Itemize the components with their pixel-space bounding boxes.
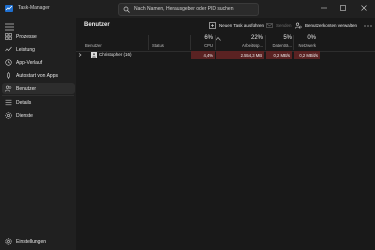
services-icon <box>5 112 12 119</box>
table-row[interactable]: Christopher (16) 4,4% 2.554,3 MB 0,2 MB/… <box>76 51 375 59</box>
nav-item-label: Autostart von Apps <box>16 73 58 79</box>
network-total: 0% <box>307 35 316 41</box>
nav-item-benutzer[interactable]: Benutzer <box>2 83 75 94</box>
network-cell: 0,2 MBit/s <box>294 51 320 59</box>
nav-item-label: Leistung <box>16 47 35 53</box>
close-icon[interactable] <box>358 3 370 13</box>
cpu-cell: 4,4% <box>191 51 215 59</box>
nav-item-autostart[interactable]: Autostart von Apps <box>2 70 75 81</box>
cpu-total: 6% <box>204 35 213 41</box>
nav-item-app-verlauf[interactable]: App-Verlauf <box>2 57 75 68</box>
network-value: 0,2 MBit/s <box>299 53 318 58</box>
nav-item-label: Dienste <box>16 113 33 119</box>
run-task-icon <box>209 22 216 29</box>
window-title: Task-Manager <box>18 5 50 11</box>
send-icon <box>266 23 273 28</box>
nav-item-label: Prozesse <box>16 34 37 40</box>
user-name: Christopher (16) <box>99 52 132 57</box>
nav-item-label: Einstellungen <box>16 239 47 245</box>
grid-icon <box>5 33 12 40</box>
nav-item-label: App-Verlauf <box>16 60 43 66</box>
performance-icon <box>5 46 12 52</box>
users-icon <box>5 85 12 92</box>
cpu-value: 4,4% <box>203 53 213 58</box>
run-new-task-label: Neuen Task ausführen <box>219 23 264 28</box>
list-icon <box>5 99 12 106</box>
memory-value: 2.554,3 MB <box>240 53 262 58</box>
gear-icon <box>5 238 12 245</box>
main-content: Benutzer Neuen Task ausführen Senden Ben… <box>76 18 375 250</box>
manage-accounts-label: Benutzerkonten verwalten <box>305 23 358 28</box>
search-input[interactable]: Nach Namen, Herausgeber oder PID suchen <box>134 6 234 12</box>
manage-users-icon <box>295 22 302 29</box>
nav-item-leistung[interactable]: Leistung <box>2 44 75 55</box>
disk-value: 0,2 MB/s <box>273 53 290 58</box>
column-divider <box>215 35 216 50</box>
expand-chevron-icon[interactable] <box>78 53 82 57</box>
memory-label: Arbeitssp... <box>242 43 263 48</box>
hamburger-menu-icon[interactable] <box>5 23 14 31</box>
more-options-icon[interactable] <box>363 21 373 31</box>
nav-item-dienste[interactable]: Dienste <box>2 110 75 121</box>
manage-accounts-button[interactable]: Benutzerkonten verwalten <box>295 21 361 31</box>
nav-item-einstellungen[interactable]: Einstellungen <box>2 236 75 247</box>
column-divider <box>148 35 149 50</box>
search-icon <box>123 6 130 13</box>
memory-total: 22% <box>250 35 263 41</box>
send-label: Senden <box>276 23 292 28</box>
cpu-label: CPU <box>204 43 213 48</box>
memory-cell: 2.554,3 MB <box>216 51 264 59</box>
task-manager-icon <box>5 5 13 12</box>
maximize-icon[interactable] <box>337 3 349 13</box>
startup-icon <box>7 72 10 79</box>
disk-cell: 0,2 MB/s <box>266 51 292 59</box>
search-box[interactable]: Nach Namen, Herausgeber oder PID suchen <box>118 3 259 16</box>
nav-item-prozesse[interactable]: Prozesse <box>2 31 75 42</box>
nav-divider <box>2 95 74 96</box>
nav-item-details[interactable]: Details <box>2 97 75 108</box>
column-header-status[interactable]: Status <box>152 43 164 48</box>
column-header-user[interactable]: Benutzer <box>85 43 102 48</box>
user-avatar-icon <box>91 52 97 58</box>
navigation-pane: Prozesse Leistung App-Verlauf Autostart … <box>0 18 76 250</box>
nav-item-label: Details <box>16 100 32 106</box>
page-title: Benutzer <box>84 22 110 28</box>
title-bar: Task-Manager Nach Namen, Herausgeber ode… <box>0 0 375 18</box>
network-label: Netzwerk <box>298 43 316 48</box>
minimize-icon[interactable] <box>318 3 330 13</box>
history-icon <box>5 59 12 66</box>
nav-item-label: Benutzer <box>16 86 37 92</box>
